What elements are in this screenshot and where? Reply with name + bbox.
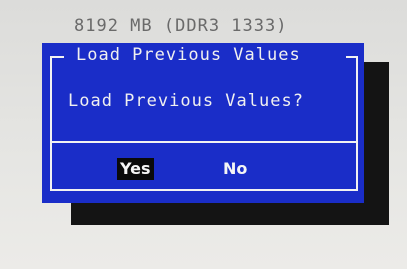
yes-button[interactable]: Yes [117,158,154,180]
dialog-frame [50,63,358,191]
dialog-divider [50,141,358,143]
dialog-message: Load Previous Values? [68,91,304,111]
no-button[interactable]: No [220,158,250,180]
load-previous-values-dialog: Load Previous Values Load Previous Value… [42,43,364,203]
dialog-title: Load Previous Values [76,45,301,65]
memory-info-text: 8192 MB (DDR3 1333) [74,16,288,36]
